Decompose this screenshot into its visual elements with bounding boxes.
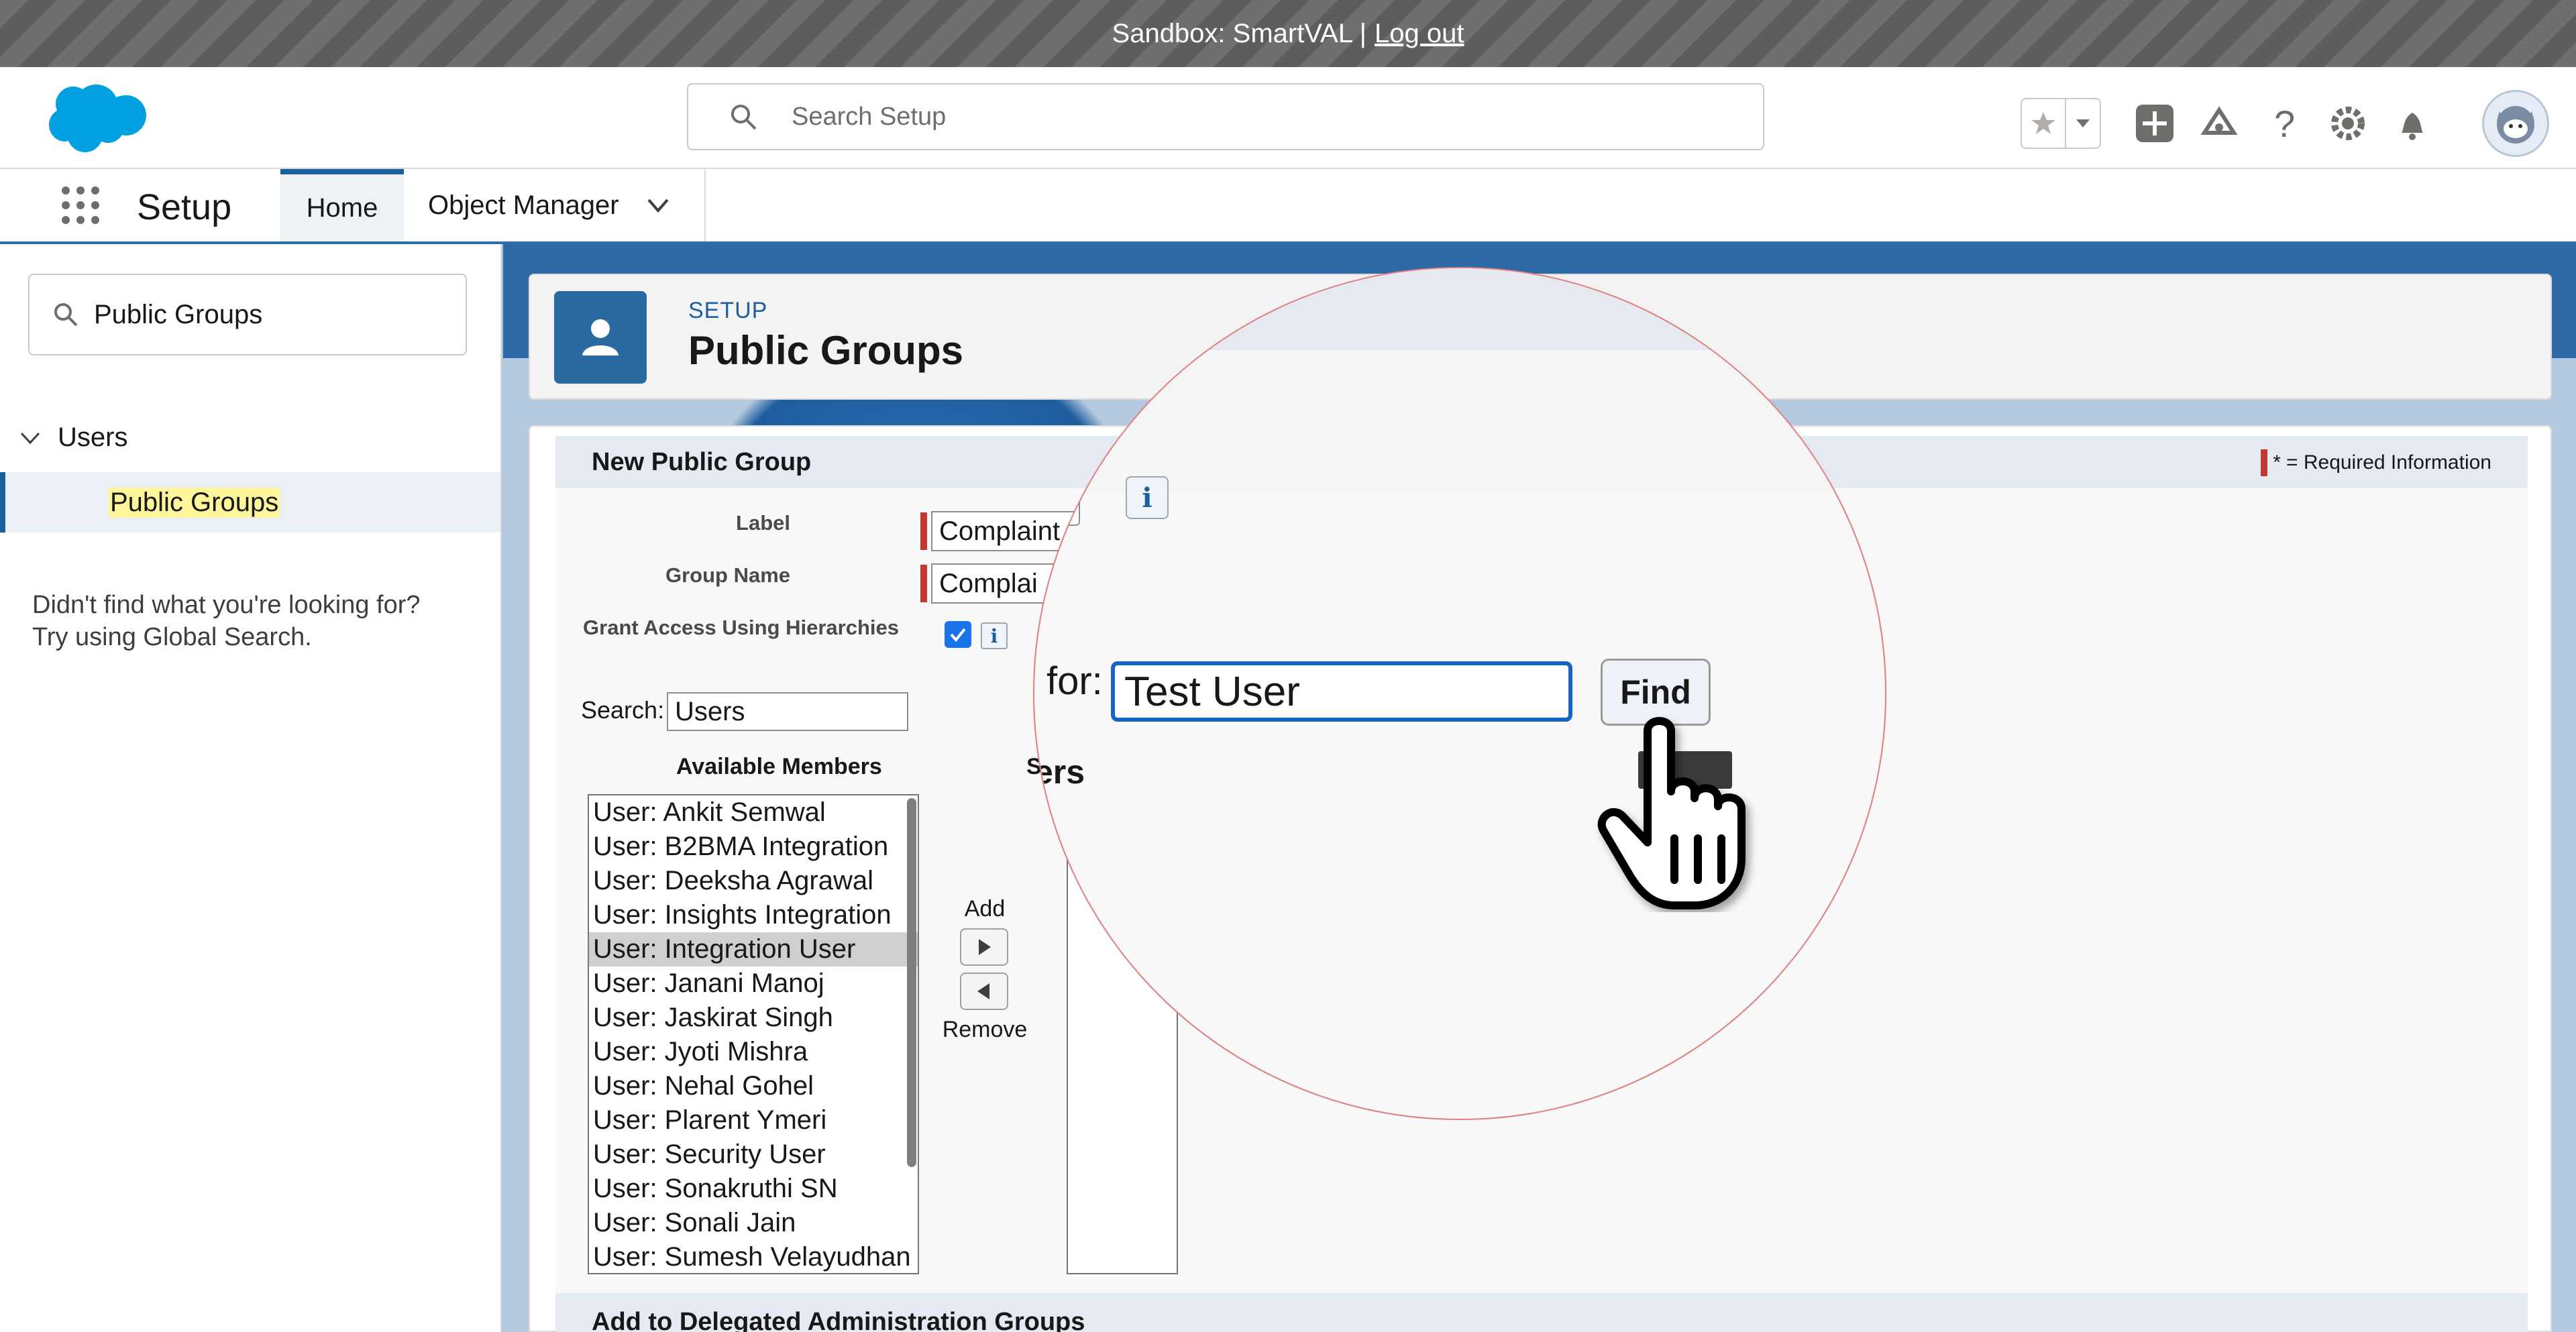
member-option[interactable]: User: Sumesh Velayudhan — [589, 1240, 918, 1273]
app-launcher-icon[interactable] — [59, 184, 102, 227]
tab-object-manager-label: Object Manager — [428, 190, 619, 220]
member-option[interactable]: User: B2BMA Integration — [589, 830, 918, 864]
add-button[interactable] — [960, 928, 1008, 966]
svg-text:?: ? — [2274, 103, 2295, 144]
search-icon — [731, 105, 757, 130]
header-actions: ? — [2021, 90, 2549, 157]
magnified-label-input[interactable]: a — [1034, 461, 1080, 526]
setup-sidebar: Public Groups Users Public Groups Didn't… — [0, 244, 502, 1332]
magnified-header-band — [1034, 268, 1885, 350]
member-option[interactable]: User: Deeksha Agrawal — [589, 864, 918, 898]
quick-find-value: Public Groups — [94, 299, 263, 329]
favorites-dropdown-icon[interactable] — [2065, 99, 2100, 148]
available-members-list[interactable]: User: Ankit Semwal User: B2BMA Integratio… — [588, 794, 919, 1274]
help-icon[interactable]: ? — [2262, 102, 2305, 145]
not-found-line1: Didn't find what you're looking for? — [32, 591, 421, 619]
global-search-placeholder: Search Setup — [792, 102, 947, 131]
info-icon[interactable]: i — [981, 622, 1008, 649]
global-search-box[interactable]: Search Setup — [687, 83, 1764, 150]
member-option[interactable]: User: Sonali Jain — [589, 1206, 918, 1240]
member-option[interactable]: User: Nehal Gohel — [589, 1069, 918, 1103]
member-option[interactable]: User: Jyoti Mishra — [589, 1035, 918, 1069]
user-avatar[interactable] — [2482, 90, 2549, 157]
member-option[interactable]: User: Integration User — [589, 932, 918, 966]
breadcrumb: SETUP — [688, 298, 768, 323]
trailhead-icon[interactable] — [2198, 102, 2241, 145]
global-actions-icon[interactable] — [2133, 102, 2176, 145]
member-option[interactable]: User: Janani Manoj — [589, 966, 918, 1001]
grant-access-checkbox[interactable] — [945, 621, 971, 648]
tab-home[interactable]: Home — [280, 169, 404, 241]
tree-section-users[interactable]: Users — [19, 423, 127, 453]
member-option[interactable]: User: Plarent Ymeri — [589, 1103, 918, 1137]
required-marker — [920, 565, 927, 602]
app-navigation: Setup Home Object Manager — [0, 169, 2576, 244]
next-section-title: Add to Delegated Administration Groups — [592, 1308, 1085, 1332]
remove-button[interactable] — [960, 973, 1008, 1010]
hand-pointer-icon — [1597, 717, 1746, 909]
remove-label: Remove — [942, 1017, 1028, 1042]
member-option[interactable]: User: Security User — [589, 1137, 918, 1172]
member-option[interactable]: User: Jaskirat Singh — [589, 1001, 918, 1035]
chevron-down-icon — [20, 432, 40, 444]
user-icon — [554, 291, 647, 384]
favorites-star-icon[interactable] — [2022, 99, 2065, 148]
member-option[interactable]: User: Sonakruthi SN — [589, 1172, 918, 1206]
member-option[interactable]: User: Ankit Semwal — [589, 795, 918, 830]
required-marker — [2261, 449, 2268, 476]
sandbox-label: Sandbox: SmartVAL | — [1112, 18, 1366, 48]
arrow-left-icon — [977, 983, 989, 999]
sandbox-banner: Sandbox: SmartVAL | Log out — [0, 0, 2576, 67]
arrow-right-icon — [979, 939, 991, 955]
not-found-hint: Didn't find what you're looking for? Try… — [32, 589, 488, 653]
tab-object-manager[interactable]: Object Manager — [404, 169, 706, 241]
grant-access-label: Grant Access Using Hierarchies — [583, 616, 899, 639]
add-label: Add — [964, 896, 1006, 922]
tree-section-label: Users — [58, 423, 128, 452]
for-label: for: — [1046, 659, 1103, 703]
app-name: Setup — [137, 187, 232, 227]
tree-item-public-groups[interactable]: Public Groups — [0, 472, 500, 533]
tree-item-label: Public Groups — [109, 487, 280, 518]
available-members-options: User: Ankit Semwal User: B2BMA Integratio… — [589, 795, 918, 1273]
zoom-magnifier: a i for: Test User Find ers — [1033, 267, 1886, 1120]
gear-icon[interactable] — [2326, 102, 2369, 145]
label-field-label: Label — [736, 511, 790, 535]
required-note: * = Required Information — [2261, 449, 2491, 476]
required-marker — [920, 512, 927, 550]
quick-find-input[interactable]: Public Groups — [28, 274, 467, 355]
bell-icon[interactable] — [2391, 102, 2434, 145]
find-input[interactable]: Test User — [1111, 661, 1572, 722]
available-members-label: Available Members — [676, 754, 882, 779]
logout-link[interactable]: Log out — [1375, 19, 1464, 49]
section-title: New Public Group — [592, 447, 812, 476]
search-icon — [54, 303, 78, 327]
magnified-form-band — [1034, 350, 1885, 491]
search-type-select[interactable]: Users — [667, 692, 908, 731]
scrollbar[interactable] — [907, 798, 916, 1167]
favorites-group — [2021, 98, 2101, 149]
required-note-text: = Required Information — [2286, 451, 2491, 474]
search-label: Search: — [581, 696, 665, 724]
salesforce-logo[interactable] — [31, 80, 146, 158]
chevron-down-icon[interactable] — [646, 193, 670, 217]
page-title: Public Groups — [688, 328, 964, 373]
not-found-line2: Try using Global Search. — [32, 623, 312, 651]
next-section-header: Add to Delegated Administration Groups — [555, 1293, 2528, 1332]
global-header: Search Setup ? — [0, 67, 2576, 169]
magnified-info-icon[interactable]: i — [1126, 476, 1169, 519]
member-option[interactable]: User: Insights Integration — [589, 898, 918, 932]
group-name-field-label: Group Name — [665, 563, 790, 587]
magnified-selected-label: ers — [1034, 753, 1085, 791]
